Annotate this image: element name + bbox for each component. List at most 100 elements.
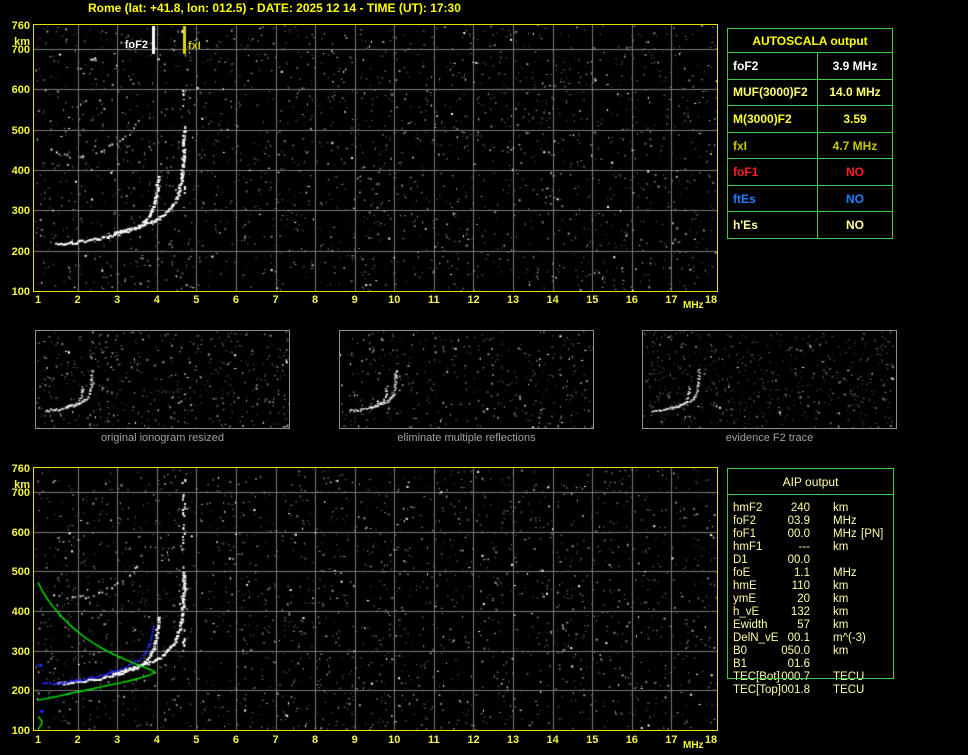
aip-table-title: AIP output	[728, 469, 893, 495]
x-axis-tick: 12	[467, 294, 480, 306]
y-axis-tick: 400	[11, 605, 30, 618]
aip-row: h_vE 132 km	[727, 606, 895, 619]
aip-row: B0 050.0 km	[727, 645, 895, 658]
thumbnail-caption: evidence F2 trace	[725, 432, 814, 444]
aip-param-value: 03.9	[787, 515, 810, 527]
aip-param-value: 000.7	[781, 671, 810, 683]
x-axis-tick: 7	[272, 734, 279, 746]
y-axis-tick: 300	[11, 645, 30, 658]
aip-row: foF2 03.9 MHz	[727, 515, 895, 528]
row-value: 3.59	[843, 111, 867, 126]
table-row: fxI 4.7 MHz	[728, 132, 892, 160]
table-row: foF2 3.9 MHz	[728, 53, 892, 80]
aip-param-value: 001.8	[781, 684, 810, 696]
x-axis-tick: 8	[312, 734, 319, 746]
y-axis-unit-label: km	[14, 36, 30, 48]
x-axis-tick: 15	[586, 294, 599, 306]
x-axis-tick: 6	[232, 294, 239, 306]
thumbnail-caption: original ionogram resized	[101, 432, 224, 444]
aip-param-unit: km	[833, 541, 849, 553]
aip-param-unit: MHz	[833, 567, 857, 579]
autoscala-window: Rome (lat: +41.8, lon: 012.5) - DATE: 20…	[0, 0, 968, 755]
fof2-marker-label: foF2	[124, 39, 148, 51]
row-label: foF2	[728, 53, 818, 79]
x-axis-unit-label: MHz	[683, 740, 704, 751]
aip-row: hmF1 --- km	[727, 541, 895, 554]
row-label: fxI	[728, 132, 818, 159]
aip-param-value: 1.1	[794, 567, 810, 579]
aip-row: foE 1.1 MHz	[727, 567, 895, 580]
x-axis-tick: 2	[74, 734, 81, 746]
y-axis-tick: 600	[11, 526, 30, 539]
x-axis-tick: 15	[586, 734, 599, 746]
x-axis-tick: 10	[388, 294, 401, 306]
aip-param-unit: m^(-3)	[833, 632, 866, 644]
row-value: NO	[846, 191, 864, 206]
x-axis-tick: 12	[467, 734, 480, 746]
aip-param-value: 01.6	[787, 658, 810, 670]
aip-row: TEC[Top] 001.8 TECU	[727, 684, 895, 697]
row-value: 14.0 MHz	[829, 85, 881, 100]
aip-param-unit: MHz	[833, 515, 857, 527]
x-axis-tick: 4	[153, 294, 160, 306]
aip-param-unit: km	[833, 606, 849, 618]
aip-row: D1 00.0	[727, 554, 895, 567]
aip-param-value: 00.0	[787, 554, 810, 566]
aip-row: hmF2 240 km	[727, 502, 895, 515]
x-axis-tick: 6	[232, 734, 239, 746]
aip-param-value: 050.0	[781, 645, 810, 657]
aip-param-name: foE	[733, 567, 751, 579]
aip-param-unit: MHz	[833, 528, 857, 540]
x-axis-tick: 7	[272, 294, 279, 306]
x-axis-tick: 17	[665, 294, 678, 306]
aip-param-unit: TECU	[833, 684, 865, 696]
x-axis-tick: 8	[312, 294, 319, 306]
aip-param-value: 110	[791, 580, 810, 592]
x-axis-tick: 16	[625, 294, 638, 306]
aip-param-unit: TECU	[833, 671, 865, 683]
x-axis-tick: 9	[351, 294, 358, 306]
aip-param-name: foF2	[733, 515, 757, 527]
row-value: NO	[846, 165, 864, 180]
x-axis-tick: 1	[34, 294, 42, 306]
x-axis-tick: 4	[153, 734, 160, 746]
table-row: foF1 NO	[728, 159, 892, 186]
aip-param-value: 20	[797, 593, 810, 605]
aip-param-name: hmE	[733, 580, 757, 592]
x-axis-tick: 10	[388, 734, 401, 746]
thumbnail-caption: eliminate multiple reflections	[397, 432, 536, 444]
x-axis-tick: 11	[428, 734, 440, 746]
aip-param-name: B0	[733, 645, 748, 657]
row-value: NO	[846, 218, 864, 233]
y-axis-tick: 600	[11, 84, 30, 97]
x-axis-tick: 14	[546, 734, 559, 746]
x-axis-tick: 3	[114, 734, 121, 746]
aip-row: hmE 110 km	[727, 580, 895, 593]
y-axis-tick: 500	[11, 566, 30, 579]
aip-param-name: ymE	[733, 593, 756, 605]
y-axis-tick: 500	[11, 124, 30, 137]
autoscala-table-title: AUTOSCALA output	[728, 29, 892, 53]
aip-param-value: 00.1	[787, 632, 810, 644]
aip-param-name: B1	[733, 658, 748, 670]
table-row: MUF(3000)F2 14.0 MHz	[728, 79, 892, 107]
aip-param-unit: km	[833, 580, 849, 592]
x-axis-tick: 17	[665, 734, 678, 746]
row-label: foF1	[728, 159, 818, 185]
aip-param-unit: km	[833, 593, 849, 605]
x-axis-tick: 14	[546, 294, 559, 306]
y-axis-tick: 400	[11, 165, 30, 178]
profile-ionogram-canvas	[33, 467, 718, 731]
aip-row: Ewidth 57 km	[727, 619, 895, 632]
aip-row: ymE 20 km	[727, 593, 895, 606]
aip-param-unit: km	[833, 619, 849, 631]
aip-param-value: 240	[790, 502, 810, 514]
x-axis-tick: 1	[34, 734, 42, 746]
row-value: 4.7 MHz	[832, 138, 878, 153]
thumbnail-evidence-f2-trace	[642, 330, 897, 429]
y-axis-unit-label: km	[14, 479, 30, 491]
y-axis-tick: 760	[11, 20, 30, 32]
y-axis-tick: 300	[11, 205, 30, 218]
aip-param-unit: km	[833, 645, 849, 657]
table-row: M(3000)F2 3.59	[728, 106, 892, 133]
